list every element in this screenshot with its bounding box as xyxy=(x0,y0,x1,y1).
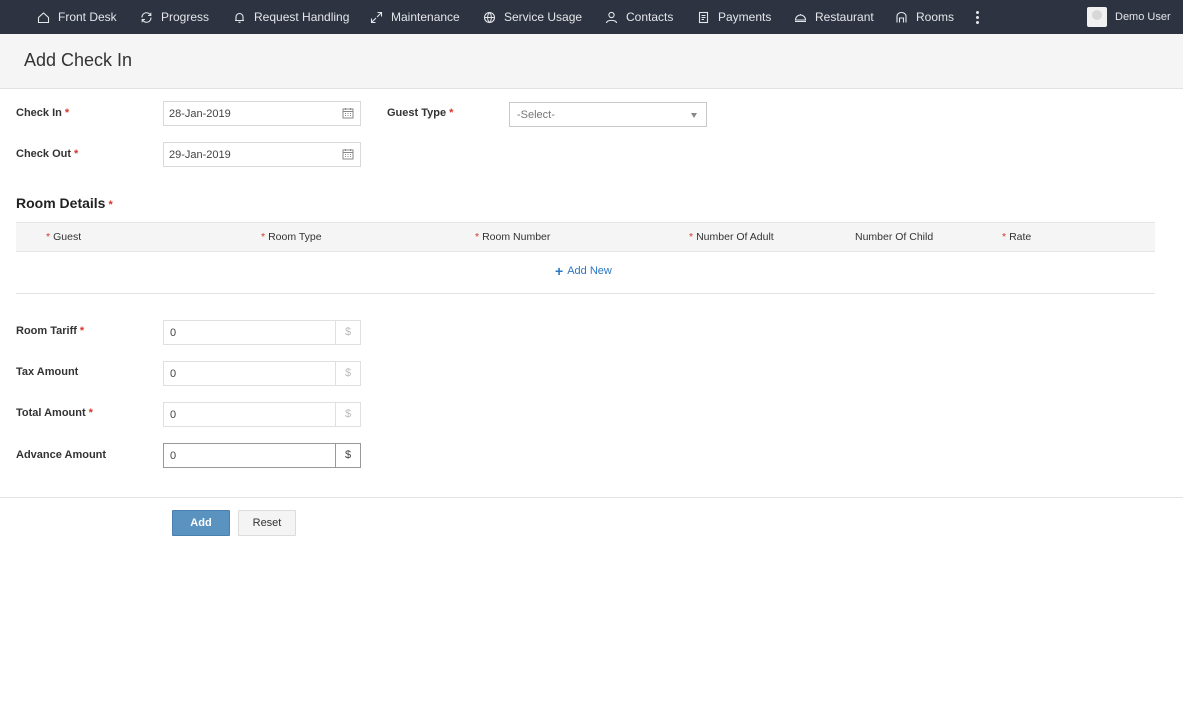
calendar-icon[interactable] xyxy=(342,107,354,119)
column-header-number-of-child: Number Of Child xyxy=(855,231,934,243)
room-icon xyxy=(895,11,908,24)
nav-item-label: Contacts xyxy=(626,10,674,24)
nav-item-label: Maintenance xyxy=(391,10,460,24)
nav-item-restaurant[interactable]: Restaurant xyxy=(794,0,874,34)
column-header-rate: * Rate xyxy=(1002,231,1032,243)
dish-icon xyxy=(794,11,807,24)
nav-item-label: Rooms xyxy=(916,10,955,24)
dollar-icon: $ xyxy=(335,362,360,385)
dollar-icon: $ xyxy=(335,403,360,426)
column-header-room-type: * Room Type xyxy=(261,231,322,243)
column-header-number-of-adult: * Number Of Adult xyxy=(689,231,774,243)
calendar-icon[interactable] xyxy=(342,148,354,160)
chevron-down-icon xyxy=(691,113,697,118)
tax-amount-field[interactable]: 0 $ xyxy=(163,361,361,386)
add-new-room-link[interactable]: + Add New xyxy=(555,263,612,279)
advance-amount-value: 0 xyxy=(170,450,177,462)
check-in-label: Check In * xyxy=(16,107,70,119)
add-new-label: Add New xyxy=(567,265,612,277)
bell-icon xyxy=(233,11,246,24)
nav-item-progress[interactable]: Progress xyxy=(140,0,209,34)
check-out-date-field[interactable]: 29-Jan-2019 xyxy=(163,142,361,167)
section-divider xyxy=(16,293,1155,294)
check-out-label: Check Out * xyxy=(16,148,79,160)
nav-item-label: Request Handling xyxy=(254,10,350,24)
column-header-room-number: * Room Number xyxy=(475,231,551,243)
nav-item-label: Front Desk xyxy=(58,10,117,24)
required-marker: * xyxy=(74,148,79,160)
user-name: Demo User xyxy=(1115,11,1171,23)
footer-divider xyxy=(0,497,1183,498)
page-title: Add Check In xyxy=(24,50,133,70)
nav-item-payments[interactable]: Payments xyxy=(697,0,771,34)
room-tariff-value: 0 xyxy=(170,327,177,339)
total-amount-field[interactable]: 0 $ xyxy=(163,402,361,427)
receipt-icon xyxy=(697,11,710,24)
required-marker: * xyxy=(88,407,93,419)
nav-item-contacts[interactable]: Contacts xyxy=(605,0,673,34)
nav-item-label: Service Usage xyxy=(504,10,583,24)
check-in-value: 28-Jan-2019 xyxy=(169,108,231,120)
tax-amount-label: Tax Amount xyxy=(16,366,79,378)
nav-item-service-usage[interactable]: Service Usage xyxy=(483,0,582,34)
nav-item-request-handling[interactable]: Request Handling xyxy=(233,0,349,34)
refresh-icon xyxy=(140,11,153,24)
required-marker: * xyxy=(64,107,70,119)
total-amount-label: Total Amount * xyxy=(16,407,93,419)
guest-type-label: Guest Type * xyxy=(387,107,454,119)
nav-item-maintenance[interactable]: Maintenance xyxy=(370,0,460,34)
guest-type-select[interactable]: -Select- xyxy=(509,102,707,127)
nav-item-label: Restaurant xyxy=(815,10,874,24)
expand-arrows-icon xyxy=(370,11,383,24)
column-header-guest: * Guest xyxy=(46,231,82,243)
dollar-icon: $ xyxy=(335,444,360,467)
nav-item-label: Payments xyxy=(718,10,772,24)
nav-item-rooms[interactable]: Rooms xyxy=(895,0,954,34)
advance-amount-field[interactable]: 0 $ xyxy=(163,443,361,468)
room-details-table-header: * Guest * Room Type * Room Number * Number O… xyxy=(16,222,1155,252)
user-menu[interactable]: Demo User xyxy=(1087,0,1171,34)
home-icon xyxy=(37,11,50,24)
more-vertical-icon[interactable] xyxy=(972,8,982,26)
page-header: Add Check In xyxy=(0,34,1183,89)
check-out-value: 29-Jan-2019 xyxy=(169,149,231,161)
globe-icon xyxy=(483,11,496,24)
guest-type-value: -Select- xyxy=(517,109,555,121)
required-marker: * xyxy=(79,325,85,337)
required-marker: * xyxy=(108,199,113,211)
person-icon xyxy=(605,11,618,24)
required-marker: * xyxy=(449,107,454,119)
avatar xyxy=(1087,7,1107,27)
check-in-date-field[interactable]: 28-Jan-2019 xyxy=(163,101,361,126)
plus-icon: + xyxy=(555,263,564,279)
nav-item-front-desk[interactable]: Front Desk xyxy=(37,0,117,34)
dollar-icon: $ xyxy=(335,321,360,344)
tax-amount-value: 0 xyxy=(170,368,177,380)
nav-item-label: Progress xyxy=(161,10,210,24)
room-details-title: Room Details * xyxy=(16,195,113,211)
advance-amount-label: Advance Amount xyxy=(16,449,107,461)
total-amount-value: 0 xyxy=(170,409,177,421)
reset-button[interactable]: Reset xyxy=(238,510,296,536)
room-tariff-label: Room Tariff * xyxy=(16,325,85,337)
top-navigation: Front Desk Progress Request Handling Mai… xyxy=(0,0,1183,34)
room-tariff-field[interactable]: 0 $ xyxy=(163,320,361,345)
add-button[interactable]: Add xyxy=(172,510,230,536)
